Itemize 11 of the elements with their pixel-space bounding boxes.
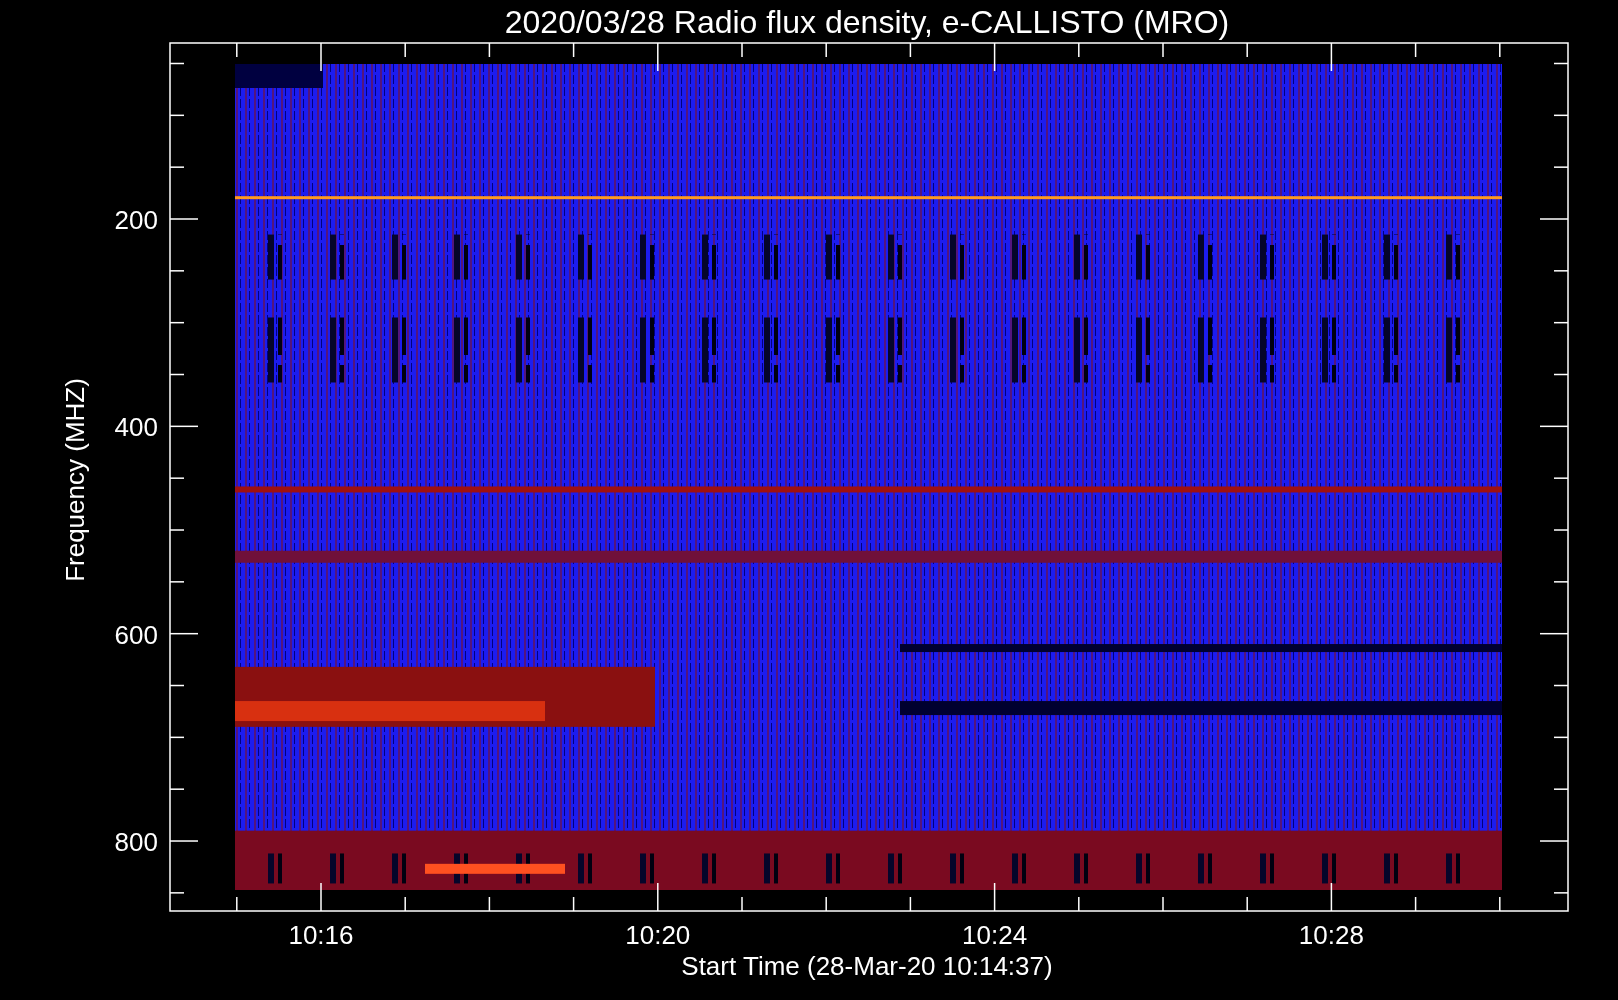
y-axis-label: Frequency (MHZ) — [60, 378, 90, 582]
x-tick-label: 10:24 — [962, 920, 1028, 950]
chart-title: 2020/03/28 Radio flux density, e-CALLISTO (MRO) — [504, 4, 1230, 40]
y-tick-label: 600 — [114, 619, 158, 650]
x-tick-label: 10:16 — [288, 920, 354, 950]
y-tick-label: 200 — [114, 205, 158, 235]
y-tick-label: 400 — [114, 412, 158, 443]
x-tick-label: 10:28 — [1298, 920, 1364, 950]
y-tick-label: 800 — [114, 827, 158, 857]
x-axis-label: Start Time (28-Mar-20 10:14:37) — [681, 951, 1053, 981]
x-tick-label: 10:20 — [625, 920, 691, 950]
